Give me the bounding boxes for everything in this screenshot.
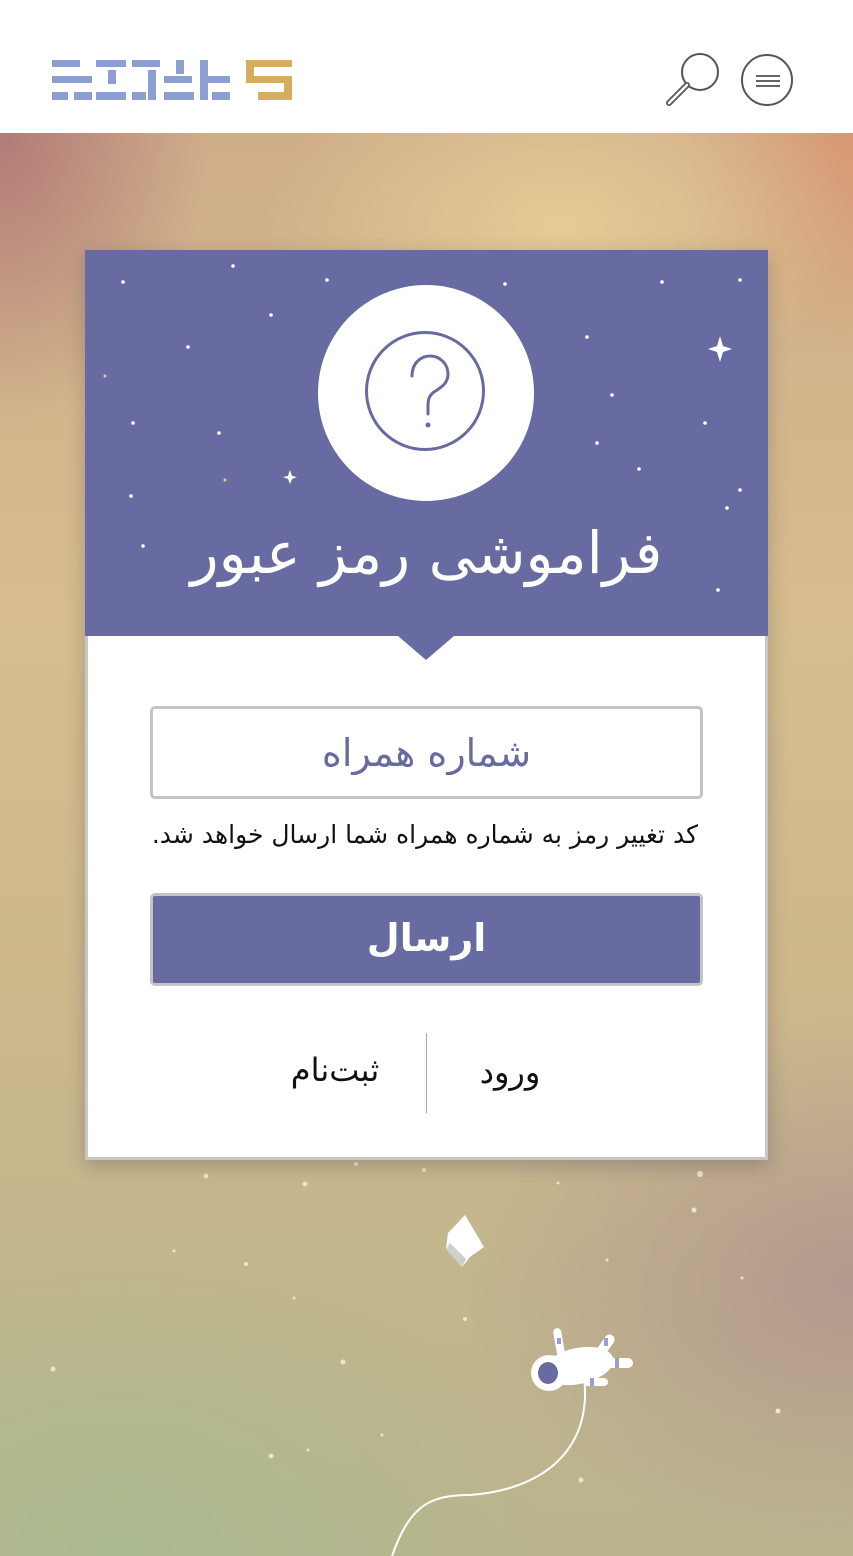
reset-code-hint: کد تغییر رمز به شماره همراه شما ارسال خو… [151,820,698,849]
search-button[interactable] [665,52,723,108]
search-icon [666,53,719,106]
signup-link[interactable]: ثبت‌نام [280,1048,390,1092]
question-badge [318,285,534,501]
card-header: فراموشی رمز عبور [85,250,768,638]
forgot-password-card: فراموشی رمز عبور کد تغییر رمز به شماره ه… [85,250,768,1160]
astronaut-icon [531,1328,633,1391]
links-divider [426,1033,427,1113]
phone-number-input[interactable] [150,706,703,799]
login-link[interactable]: ورود [450,1050,570,1094]
menu-button[interactable] [741,54,793,106]
brand-logo[interactable] [52,58,294,102]
site-header [0,0,853,133]
question-mark-icon [365,331,485,451]
header-pointer [398,636,454,660]
page-title: فراموشی رمز عبور [190,519,663,587]
send-button[interactable]: ارسال [150,893,703,986]
floating-book-icon [446,1215,484,1267]
